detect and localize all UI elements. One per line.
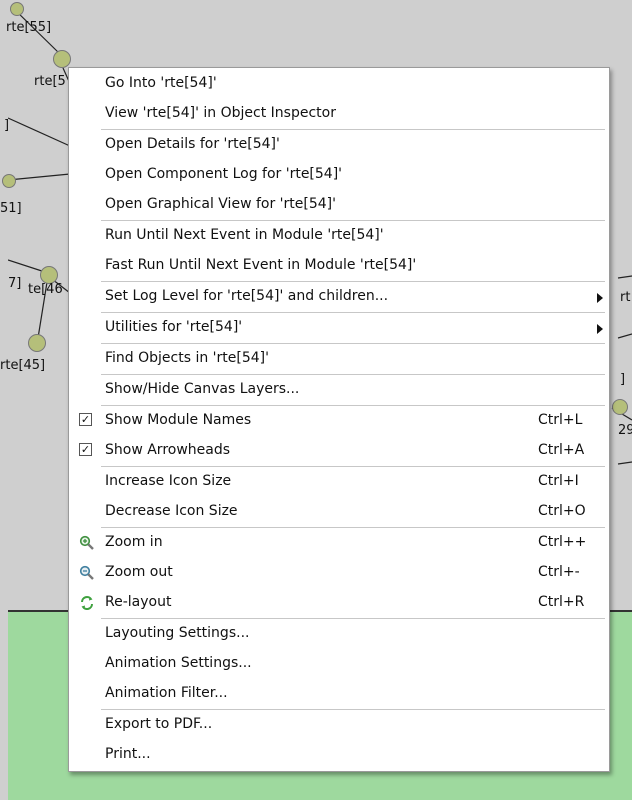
checkbox-checked-icon: ✓: [79, 413, 92, 426]
menu-item-layouting-settings[interactable]: Layouting Settings...: [69, 619, 609, 649]
node-label: ]: [620, 372, 626, 387]
menu-item-label: Set Log Level for 'rte[54]' and children…: [105, 288, 389, 304]
shortcut-label: Ctrl+R: [538, 594, 585, 610]
menu-item-increase-icon-size[interactable]: Increase Icon Size Ctrl+I: [69, 467, 609, 497]
network-node[interactable]: [28, 334, 46, 352]
menu-item-label: Layouting Settings...: [105, 625, 250, 641]
menu-item-label: Open Details for 'rte[54]': [105, 136, 280, 152]
checkbox-checked-icon: ✓: [79, 443, 92, 456]
submenu-arrow-icon: [597, 324, 603, 334]
menu-item-label: Utilities for 'rte[54]': [105, 319, 243, 335]
shortcut-label: Ctrl+O: [538, 503, 586, 519]
menu-item-label: Show Module Names: [105, 412, 252, 428]
menu-item-open-details-for-rte-54[interactable]: Open Details for 'rte[54]': [69, 130, 609, 160]
menu-item-run-until-next-event-in-module-rte-54[interactable]: Run Until Next Event in Module 'rte[54]': [69, 221, 609, 251]
menu-item-animation-filter[interactable]: Animation Filter...: [69, 679, 609, 709]
menu-item-show-arrowheads[interactable]: ✓ Show Arrowheads Ctrl+A: [69, 436, 609, 466]
menu-item-label: Zoom in: [105, 534, 163, 550]
menu-item-open-component-log-for-rte-54[interactable]: Open Component Log for 'rte[54]': [69, 160, 609, 190]
menu-item-label: Animation Filter...: [105, 685, 228, 701]
submenu-arrow-icon: [597, 293, 603, 303]
menu-item-print[interactable]: Print...: [69, 740, 609, 770]
menu-item-label: Find Objects in 'rte[54]': [105, 350, 269, 366]
shortcut-label: Ctrl+L: [538, 412, 583, 428]
menu-item-show-module-names[interactable]: ✓ Show Module Names Ctrl+L: [69, 406, 609, 436]
network-node[interactable]: [10, 2, 24, 16]
menu-item-label: Fast Run Until Next Event in Module 'rte…: [105, 257, 417, 273]
menu-item-label: Export to PDF...: [105, 716, 213, 732]
node-label: rt: [620, 290, 631, 305]
menu-item-decrease-icon-size[interactable]: Decrease Icon Size Ctrl+O: [69, 497, 609, 527]
zoom-in-icon: [79, 535, 95, 551]
menu-item-label: Show/Hide Canvas Layers...: [105, 381, 300, 397]
menu-item-label: Go Into 'rte[54]': [105, 75, 217, 91]
menu-item-view-rte-54-in-object-inspector[interactable]: View 'rte[54]' in Object Inspector: [69, 99, 609, 129]
menu-item-set-log-level-for-rte-54-and-children[interactable]: Set Log Level for 'rte[54]' and children…: [69, 282, 609, 312]
menu-item-export-to-pdf[interactable]: Export to PDF...: [69, 710, 609, 740]
menu-item-label: Show Arrowheads: [105, 442, 231, 458]
menu-item-label: Increase Icon Size: [105, 473, 232, 489]
shortcut-label: Ctrl+A: [538, 442, 585, 458]
node-label: rte[45]: [0, 358, 46, 373]
menu-item-zoom-out[interactable]: Zoom out Ctrl+-: [69, 558, 609, 588]
network-node[interactable]: [612, 399, 628, 415]
menu-item-go-into-rte-54[interactable]: Go Into 'rte[54]': [69, 69, 609, 99]
menu-item-utilities-for-rte-54[interactable]: Utilities for 'rte[54]': [69, 313, 609, 343]
relayout-icon: [79, 595, 95, 611]
node-label: rte[55]: [6, 20, 52, 35]
network-node[interactable]: [2, 174, 16, 188]
node-label: ]: [4, 118, 10, 133]
menu-item-open-graphical-view-for-rte-54[interactable]: Open Graphical View for 'rte[54]': [69, 190, 609, 220]
node-label: rte[5: [34, 74, 66, 89]
zoom-out-icon: [79, 565, 95, 581]
node-label: 29]: [618, 423, 632, 438]
shortcut-label: Ctrl+I: [538, 473, 579, 489]
menu-item-show-hide-canvas-layers[interactable]: Show/Hide Canvas Layers...: [69, 375, 609, 405]
menu-item-label: View 'rte[54]' in Object Inspector: [105, 105, 336, 121]
menu-item-animation-settings[interactable]: Animation Settings...: [69, 649, 609, 679]
menu-item-find-objects-in-rte-54[interactable]: Find Objects in 'rte[54]': [69, 344, 609, 374]
node-label: 51]: [0, 201, 22, 216]
menu-item-fast-run-until-next-event-in-module-rte-54[interactable]: Fast Run Until Next Event in Module 'rte…: [69, 251, 609, 281]
node-label: 7]: [8, 276, 22, 291]
node-label: te[46: [28, 282, 63, 297]
menu-item-label: Print...: [105, 746, 151, 762]
shortcut-label: Ctrl+-: [538, 564, 580, 580]
menu-item-label: Open Graphical View for 'rte[54]': [105, 196, 336, 212]
menu-item-zoom-in[interactable]: Zoom in Ctrl++: [69, 528, 609, 558]
menu-item-label: Open Component Log for 'rte[54]': [105, 166, 343, 182]
menu-item-label: Decrease Icon Size: [105, 503, 238, 519]
menu-item-label: Re-layout: [105, 594, 172, 610]
shortcut-label: Ctrl++: [538, 534, 587, 550]
menu-item-label: Animation Settings...: [105, 655, 252, 671]
network-node[interactable]: [53, 50, 71, 68]
context-menu: Go Into 'rte[54]' View 'rte[54]' in Objec…: [68, 67, 610, 772]
menu-item-label: Run Until Next Event in Module 'rte[54]': [105, 227, 384, 243]
menu-item-label: Zoom out: [105, 564, 173, 580]
menu-item-re-layout[interactable]: Re-layout Ctrl+R: [69, 588, 609, 618]
